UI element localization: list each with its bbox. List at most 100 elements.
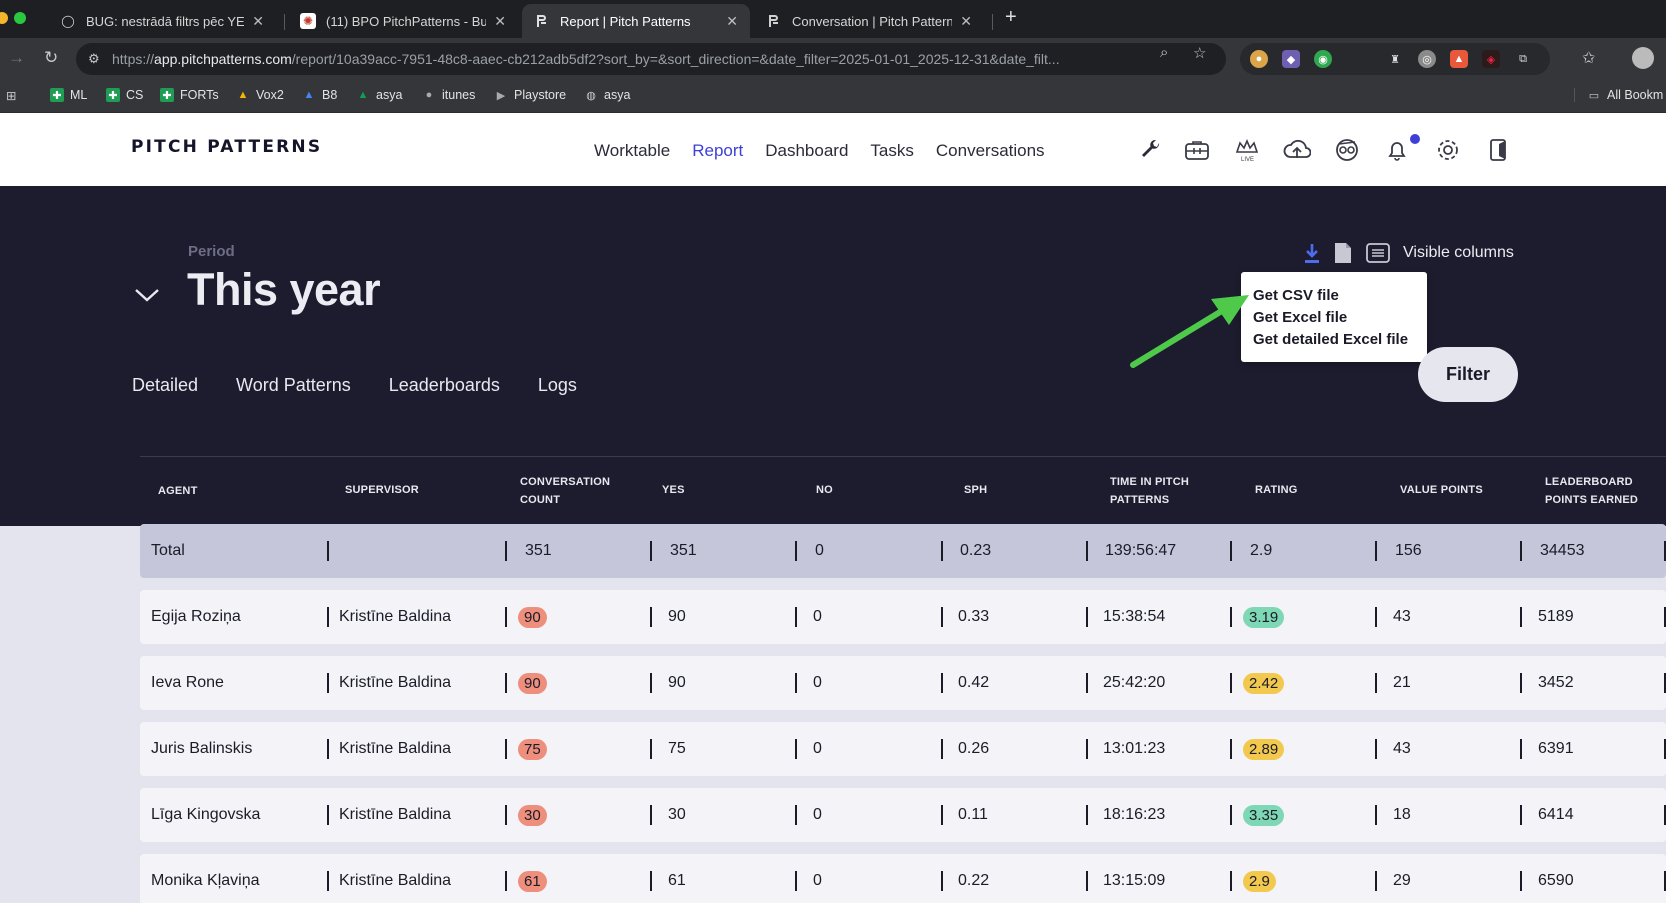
columns-icon[interactable] [1366,243,1390,263]
dark-extension-icon[interactable]: ◈ [1482,50,1500,68]
filter-button[interactable]: Filter [1418,347,1518,402]
cell-agent[interactable]: Juris Balinskis [151,722,252,776]
nav-dashboard[interactable]: Dashboard [765,141,848,161]
all-bookmarks-folder[interactable]: ▭ All Bookm [1574,88,1663,102]
col-sph[interactable]: SPH [964,481,987,499]
col-agent[interactable]: AGENT [158,482,198,500]
grammar-extension-icon[interactable]: ◉ [1314,50,1332,68]
wrench-icon[interactable] [1136,135,1166,165]
download-icon[interactable] [1303,242,1321,264]
logout-icon[interactable] [1484,135,1514,165]
browser-tab-conversation[interactable]: Conversation | Pitch Patterns ✕ [754,4,984,38]
close-icon[interactable]: ✕ [960,13,972,30]
briefcase-icon[interactable] [1182,135,1212,165]
cell-rating: 2.42 [1243,656,1285,710]
bookmark-item[interactable]: ▲ Vox2 [236,88,284,102]
column-divider [1664,607,1666,627]
app-logo[interactable]: PITCH PATTERNS [131,137,322,157]
tab-separator [284,14,285,30]
tab-leaderboards[interactable]: Leaderboards [389,375,500,396]
visible-columns-button[interactable]: Visible columns [1403,244,1514,262]
bookmark-item[interactable]: ● itunes [422,88,476,102]
browser-tab-bpo[interactable]: ✺ (11) BPO PitchPatterns - Bug ✕ [288,4,518,38]
close-icon[interactable]: ✕ [252,13,264,30]
period-value[interactable]: This year [187,264,381,316]
window-minimize-button[interactable] [0,12,8,24]
cell-yes: 90 [668,674,686,691]
col-yes[interactable]: YES [662,481,685,499]
menu-item-excel[interactable]: Get Excel file [1253,307,1427,329]
cell-agent[interactable]: Ieva Rone [151,656,224,710]
col-supervisor[interactable]: SUPERVISOR [345,481,419,499]
live-crown-icon[interactable]: LIVE [1232,135,1262,165]
address-bar[interactable]: ⚙ https://app.pitchpatterns.com/report/1… [76,43,1226,75]
table-background [0,526,1666,903]
col-time-in-pitch-patterns[interactable]: TIME IN PITCH PATTERNS [1110,473,1189,509]
tab-word-patterns[interactable]: Word Patterns [236,375,351,396]
bookmark-item[interactable]: ✚ ML [50,88,87,102]
cell-count: 75 [518,722,547,776]
close-icon[interactable]: ✕ [494,13,506,30]
col-value-points[interactable]: VALUE POINTS [1400,481,1483,499]
agent-face-icon[interactable] [1332,135,1362,165]
bookmark-item[interactable]: ▲ B8 [302,88,338,102]
table-row[interactable]: Ieva Rone Kristīne Baldina 90 90 0 0.42 … [140,656,1666,710]
window-zoom-button[interactable] [14,12,26,24]
red-extension-icon[interactable]: ▲ [1450,50,1468,68]
column-divider [1086,805,1088,825]
cell-supervisor: Kristīne Baldina [339,806,452,823]
upload-cloud-icon[interactable] [1282,135,1312,165]
menu-item-csv[interactable]: Get CSV file [1253,285,1427,307]
bookmark-item[interactable]: ✚ CS [106,88,143,102]
col-leaderboard-points[interactable]: LEADERBOARD POINTS EARNED [1545,473,1638,509]
bookmark-item[interactable]: ◍ asya [584,88,630,102]
bookmark-item[interactable]: ✚ FORTs [160,88,219,102]
forward-icon[interactable]: → [8,48,25,68]
document-icon[interactable] [1333,241,1353,265]
cell-agent[interactable]: Līga Kingovska [151,788,260,842]
rating-badge: 3.35 [1243,804,1285,826]
cell-yes: 30 [668,806,686,823]
menu-item-detailed-excel[interactable]: Get detailed Excel file [1253,329,1427,351]
chevron-down-icon[interactable] [134,282,160,308]
tab-logs[interactable]: Logs [538,375,577,396]
cell-leaderboard: 6414 [1538,806,1574,823]
reload-icon[interactable]: ↻ [44,48,58,68]
browser-tab-report[interactable]: Report | Pitch Patterns ✕ [522,4,750,38]
col-conversation-count[interactable]: CONVERSATION COUNT [520,473,610,509]
new-tab-icon[interactable]: + [1005,6,1017,29]
table-row[interactable]: Līga Kingovska Kristīne Baldina 30 30 0 … [140,788,1666,842]
table-row[interactable]: Juris Balinskis Kristīne Baldina 75 75 0… [140,722,1666,776]
table-row[interactable]: Monika Kļaviņa Kristīne Baldina 61 61 0 … [140,854,1666,903]
apps-grid-icon[interactable]: ⊞ [6,88,16,103]
table-row[interactable]: Egija Roziņa Kristīne Baldina 90 90 0 0.… [140,590,1666,644]
profile-avatar[interactable] [1632,47,1654,69]
nav-conversations[interactable]: Conversations [936,141,1045,161]
nav-tasks[interactable]: Tasks [870,141,913,161]
shield-extension-icon[interactable]: ◆ [1282,50,1300,68]
cookie-extension-icon[interactable]: ● [1250,50,1268,68]
bookmark-item[interactable]: ▶ Playstore [494,88,566,102]
site-settings-icon[interactable]: ⚙ [88,51,106,67]
zoom-icon[interactable]: ⌕ [1160,44,1168,61]
nav-report[interactable]: Report [692,141,743,161]
bell-icon[interactable] [1382,135,1412,165]
glasses-extension-icon[interactable]: ◎ [1418,50,1436,68]
shirt-extension-icon[interactable]: ♜ [1386,50,1404,68]
tab-detailed[interactable]: Detailed [132,375,198,396]
extensions-puzzle-icon[interactable]: ⧉ [1514,50,1532,68]
col-no[interactable]: NO [816,481,833,499]
cell-agent[interactable]: Monika Kļaviņa [151,854,260,903]
bookmark-star-icon[interactable]: ☆ [1193,44,1206,62]
close-icon[interactable]: ✕ [726,13,738,30]
bookmark-item[interactable]: ▲ asya [356,88,403,102]
cell-agent[interactable]: Egija Roziņa [151,590,241,644]
bugs-app-icon: ✺ [300,13,316,29]
col-rating[interactable]: RATING [1255,481,1298,499]
browser-tab-bug[interactable]: ◯ BUG: nestrādā filtrs pēc YES ✕ [48,4,276,38]
bookmarks-star-icon[interactable]: ✩ [1582,48,1595,68]
nav-worktable[interactable]: Worktable [594,141,670,161]
gear-icon[interactable] [1433,135,1463,165]
cell-no: 0 [813,674,822,691]
url-text: https://app.pitchpatterns.com/report/10a… [112,51,1060,67]
